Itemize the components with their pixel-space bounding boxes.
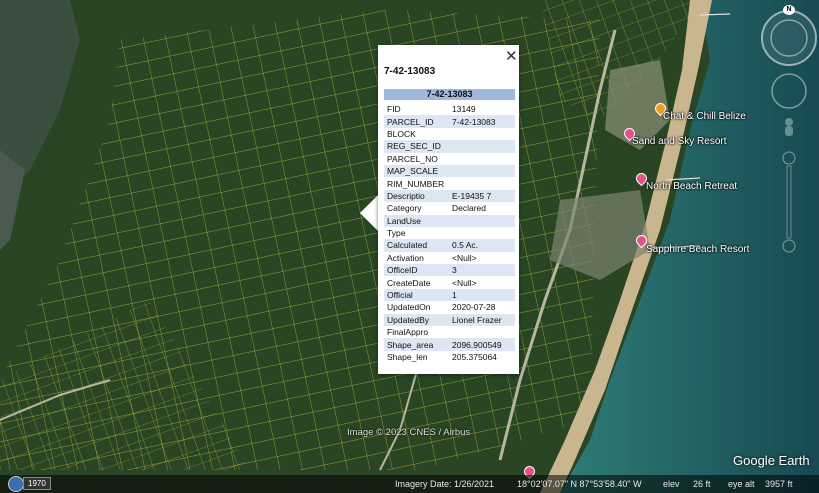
attribute-key: Shape_area [384, 338, 449, 351]
attribute-key: MAP_SCALE [384, 164, 449, 178]
attribute-value [449, 140, 515, 153]
attribute-key: FinalAppro [387, 327, 429, 338]
attribute-value: 205.375064 [452, 352, 497, 362]
attribute-key: Descriptio [384, 189, 449, 203]
attribute-row: Calculated 0.5 Ac. [384, 239, 515, 252]
google-earth-logo: Google Earth [733, 453, 810, 468]
attribute-row: CreateDate <Null> [384, 276, 515, 288]
navigation-compass[interactable] [761, 10, 817, 66]
attribute-key: Official [384, 288, 449, 302]
attribute-key: UpdatedBy [384, 313, 449, 327]
attribute-row: UpdatedBy Lionel Frazer [384, 313, 515, 327]
attribute-key: PARCEL_ID [384, 115, 449, 128]
attribute-key: Type [387, 228, 406, 239]
attribute-row: Activation <Null> [384, 252, 515, 264]
attribute-row: RIM_NUMBER [384, 177, 515, 189]
attribute-key: Shape_len [387, 352, 428, 362]
close-icon[interactable]: ✕ [505, 49, 518, 64]
attribute-value [449, 164, 515, 178]
attribute-key: LandUse [384, 214, 449, 227]
attribute-row: Official 1 [384, 288, 515, 302]
attribute-value [449, 128, 515, 140]
place-label-sapphire[interactable]: Sapphire Beach Resort [646, 244, 749, 255]
attribute-row: FID 13149 [384, 103, 515, 115]
attribute-value: 13149 [452, 104, 476, 115]
attribute-value: 2020-07-28 [452, 302, 496, 313]
attribute-row: Category Declared [384, 202, 515, 214]
elevation-value: 26 ft [693, 479, 711, 489]
attribute-key: BLOCK [387, 128, 416, 139]
attribute-row: MAP_SCALE [384, 164, 515, 178]
attribute-key: PARCEL_NO [387, 153, 438, 164]
coordinates: 18°02'07.07" N 87°53'58.40" W [517, 479, 642, 489]
popup-pointer [360, 195, 378, 231]
attribute-row: PARCEL_NO [384, 153, 515, 165]
attribute-value: 0.5 Ac. [449, 239, 515, 252]
place-label-north-beach[interactable]: North Beach Retreat [646, 181, 737, 192]
attribute-key: UpdatedOn [387, 302, 431, 313]
attribute-value [449, 153, 515, 165]
attribute-value: Declared [452, 203, 487, 214]
attribute-row: Type [384, 227, 515, 239]
attribute-row: Descriptio E-19435 7 [384, 189, 515, 203]
attribute-key: OfficeID [384, 264, 449, 277]
attribute-value [449, 214, 515, 227]
imagery-credit: Image © 2023 CNES / Airbus [347, 427, 471, 438]
attribute-row: PARCEL_ID 7-42-13083 [384, 115, 515, 128]
attribute-row: FinalAppro [384, 326, 515, 338]
attribute-value: 7-42-13083 [449, 115, 515, 128]
attribute-value: 2096.900549 [449, 338, 515, 351]
attribute-table: FID 13149 PARCEL_ID 7-42-13083 BLOCK REG_SEC_… [384, 103, 515, 363]
attribute-key: CreateDate [387, 277, 431, 288]
attribute-value: 3 [449, 264, 515, 277]
attribute-key: REG_SEC_ID [384, 140, 449, 153]
attribute-value: 1 [449, 288, 515, 302]
north-indicator[interactable]: N [783, 5, 795, 15]
attribute-row: UpdatedOn 2020-07-28 [384, 301, 515, 313]
attribute-value [449, 177, 515, 189]
attribute-value [449, 326, 515, 338]
attribute-row: OfficeID 3 [384, 264, 515, 277]
attribute-key: FID [387, 104, 401, 115]
attribute-row: Shape_area 2096.900549 [384, 338, 515, 351]
attribute-value [449, 227, 515, 239]
imagery-date: Imagery Date: 1/26/2021 [395, 479, 495, 489]
attribute-value: <Null> [452, 277, 477, 288]
popup-table-header: 7-42-13083 [384, 89, 515, 100]
attribute-value: <Null> [452, 252, 477, 263]
elevation-label: elev [663, 479, 680, 489]
attribute-row: BLOCK [384, 128, 515, 140]
attribute-key: RIM_NUMBER [387, 178, 445, 189]
attribute-row: Shape_len 205.375064 [384, 351, 515, 363]
attribute-row: REG_SEC_ID [384, 140, 515, 153]
eye-alt-value: 3957 ft [765, 479, 793, 489]
popup-title: 7-42-13083 [384, 66, 436, 77]
attribute-value: E-19435 7 [449, 189, 515, 203]
eye-alt-label: eye alt [728, 479, 755, 489]
attribute-value: Lionel Frazer [449, 313, 515, 327]
pegman-icon[interactable] [785, 118, 793, 136]
place-label-chat-chill[interactable]: Chat & Chill Belize [663, 111, 746, 122]
year-badge[interactable]: 1970 [23, 477, 51, 490]
attribute-row: LandUse [384, 214, 515, 227]
historical-imagery-icon[interactable] [8, 476, 24, 492]
attribute-key: Activation [387, 252, 424, 263]
attribute-key: Calculated [384, 239, 449, 252]
place-label-sand-sky[interactable]: Sand and Sky Resort [632, 136, 727, 147]
attribute-key: Category [387, 203, 422, 214]
